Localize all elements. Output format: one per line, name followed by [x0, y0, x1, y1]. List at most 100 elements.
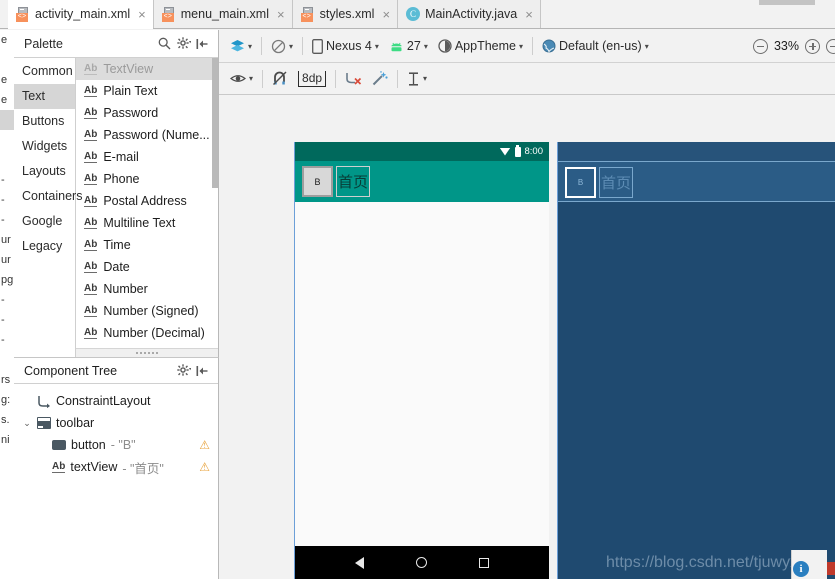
device-selector[interactable]: Nexus 4 ▾	[307, 34, 384, 58]
info-icon[interactable]: i	[793, 561, 809, 577]
blueprint-textview[interactable]: 首页	[599, 167, 633, 198]
palette-resize-grip[interactable]	[76, 348, 218, 357]
palette-item-date[interactable]: Ab Date	[76, 256, 218, 278]
default-margin-button[interactable]: 8dp	[293, 67, 331, 91]
search-icon[interactable]	[155, 34, 174, 53]
chevron-down-icon[interactable]: ▾	[249, 74, 253, 83]
palette-category-legacy[interactable]: Legacy	[14, 234, 75, 259]
sliver-fragment	[0, 350, 14, 370]
tree-node-constraintlayout[interactable]: ConstraintLayout	[14, 390, 218, 412]
palette-category-buttons[interactable]: Buttons	[14, 109, 75, 134]
chevron-down-icon[interactable]: ▾	[519, 42, 523, 51]
warning-icon[interactable]: ⚠	[199, 460, 210, 474]
palette-category-widgets[interactable]: Widgets	[14, 134, 75, 159]
palette-item-number[interactable]: Ab Number	[76, 278, 218, 300]
zoom-fit-icon[interactable]	[826, 38, 835, 54]
sliver-fragment	[0, 130, 14, 150]
preview-app-bar[interactable]: B 首页	[295, 161, 549, 202]
palette-item-plain-text[interactable]: Ab Plain Text	[76, 80, 218, 102]
tab-activity-main-xml[interactable]: <> activity_main.xml ×	[8, 0, 154, 29]
palette-item-number-decimal[interactable]: Ab Number (Decimal)	[76, 322, 218, 344]
close-icon[interactable]: ×	[525, 7, 533, 22]
tab-strip-lead	[0, 0, 8, 28]
blueprint-status-bar	[558, 142, 835, 161]
ab-icon: Ab	[84, 283, 98, 295]
guidelines-button[interactable]: ▾	[402, 67, 432, 91]
chevron-down-icon[interactable]: ⌄	[22, 418, 32, 429]
ab-icon: Ab	[84, 305, 98, 317]
blueprint-content-area[interactable]: https://blog.csdn.net/tjuwyx	[558, 202, 835, 578]
warning-icon[interactable]: ⚠	[199, 438, 210, 452]
preview-textview[interactable]: 首页	[336, 166, 370, 197]
chevron-down-icon[interactable]: ▾	[423, 74, 427, 83]
palette-item-label: Multiline Text	[103, 216, 176, 230]
gear-icon[interactable]	[174, 361, 193, 380]
collapse-icon[interactable]	[193, 361, 212, 380]
palette-item-password[interactable]: Ab Password	[76, 102, 218, 124]
blueprint-preview[interactable]: B 首页 https://blog.csdn.net/tjuwyx	[557, 142, 835, 579]
magnet-off-icon	[272, 71, 288, 86]
tab-styles-xml[interactable]: <> styles.xml ×	[292, 0, 399, 28]
battery-icon	[514, 144, 521, 157]
preview-content-area[interactable]	[295, 202, 549, 546]
globe-icon	[542, 39, 556, 53]
palette-item-phone[interactable]: Ab Phone	[76, 168, 218, 190]
clear-constraints-button[interactable]	[340, 67, 367, 91]
chevron-down-icon[interactable]: ▾	[375, 42, 379, 51]
palette-category-text[interactable]: Text	[14, 84, 75, 109]
chevron-down-icon[interactable]: ▾	[289, 42, 293, 51]
zoom-out-icon[interactable]	[752, 38, 768, 54]
palette-item-postal-address[interactable]: Ab Postal Address	[76, 190, 218, 212]
ab-icon: Ab	[84, 261, 98, 273]
locale-selector[interactable]: Default (en-us) ▾	[537, 34, 654, 58]
api-level-selector[interactable]: 27 ▾	[384, 34, 433, 58]
palette-item-textview[interactable]: Ab TextView	[76, 58, 218, 80]
palette-category-containers[interactable]: Containers	[14, 184, 82, 209]
android-studio-layout-editor: e e e - - - ur ur pg - - - rs g: s. ni <…	[0, 0, 835, 579]
close-icon[interactable]: ×	[382, 7, 390, 22]
close-icon[interactable]: ×	[138, 7, 146, 22]
palette-category-common[interactable]: Common	[14, 59, 75, 84]
tab-label: styles.xml	[319, 7, 375, 21]
device-preview[interactable]: 8:00 B 首页	[294, 142, 549, 579]
theme-selector[interactable]: AppTheme ▾	[433, 34, 528, 58]
api-level-label: 27	[406, 39, 421, 53]
chevron-down-icon[interactable]: ▾	[424, 42, 428, 51]
visibility-button[interactable]: ▾	[225, 67, 258, 91]
design-toolbar-primary: ▾ ▾ Nexus 4 ▾ 27 ▾ AppTheme ▾ Default (e…	[219, 30, 835, 63]
collapse-icon[interactable]	[193, 34, 212, 53]
tree-node-button[interactable]: button - "B" ⚠	[14, 434, 218, 456]
preview-button[interactable]: B	[302, 166, 333, 197]
palette-item-email[interactable]: Ab E-mail	[76, 146, 218, 168]
error-indicator[interactable]	[827, 562, 835, 575]
ab-icon: Ab	[84, 129, 98, 141]
magic-wand-icon	[372, 71, 388, 86]
tree-node-toolbar[interactable]: ⌄ toolbar	[14, 412, 218, 434]
tree-node-textview[interactable]: Ab textView - "首页" ⚠	[14, 456, 218, 478]
locale-label: Default (en-us)	[559, 39, 642, 53]
design-mode-button[interactable]: ▾	[225, 34, 257, 58]
tab-mainactivity-java[interactable]: C MainActivity.java ×	[398, 0, 541, 28]
gear-icon[interactable]	[174, 34, 193, 53]
constraint-layout-icon	[37, 395, 51, 408]
blueprint-app-bar[interactable]: B 首页	[558, 161, 835, 202]
palette-item-time[interactable]: Ab Time	[76, 234, 218, 256]
palette-item-multiline-text[interactable]: Ab Multiline Text	[76, 212, 218, 234]
blueprint-button[interactable]: B	[565, 167, 596, 198]
palette-item-password-numeric[interactable]: Ab Password (Nume...	[76, 124, 218, 146]
tab-menu-main-xml[interactable]: <> menu_main.xml ×	[153, 0, 293, 28]
palette-category-layouts[interactable]: Layouts	[14, 159, 75, 184]
palette-scrollbar[interactable]	[212, 58, 218, 188]
palette-category-google[interactable]: Google	[14, 209, 75, 234]
palette-item-number-signed[interactable]: Ab Number (Signed)	[76, 300, 218, 322]
chevron-down-icon[interactable]: ▾	[645, 42, 649, 51]
zoom-in-icon[interactable]	[805, 38, 820, 54]
autoconnect-button[interactable]	[267, 67, 293, 91]
chevron-down-icon[interactable]: ▾	[248, 42, 252, 51]
sliver-fragment: e	[1, 34, 8, 46]
close-icon[interactable]: ×	[277, 7, 285, 22]
palette-item-label: E-mail	[103, 150, 139, 164]
infer-constraints-button[interactable]	[367, 67, 393, 91]
blueprint-mode-button[interactable]: ▾	[266, 34, 298, 58]
design-surface[interactable]: 8:00 B 首页 B 首页 https://blog.csdn.net/tju…	[219, 95, 835, 579]
